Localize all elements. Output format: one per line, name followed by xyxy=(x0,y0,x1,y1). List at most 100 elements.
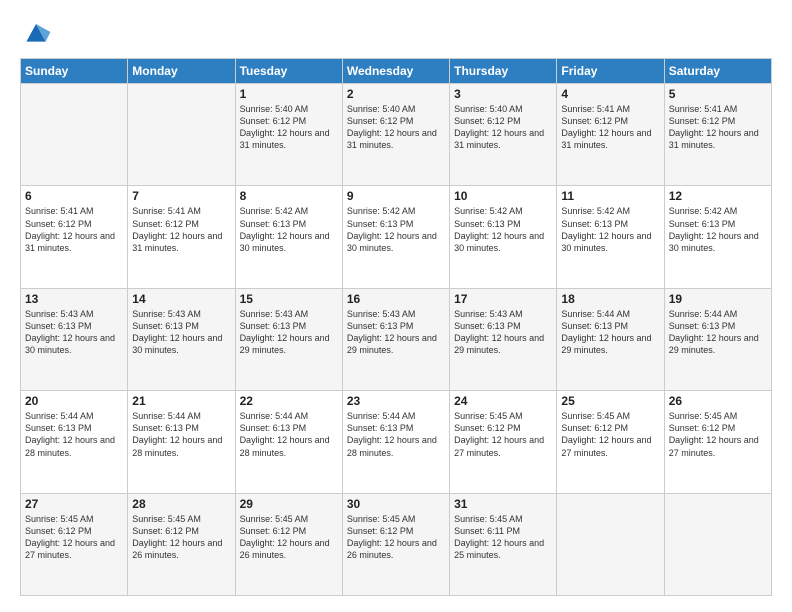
day-number: 4 xyxy=(561,87,659,101)
day-info: Sunrise: 5:42 AM Sunset: 6:13 PM Dayligh… xyxy=(454,205,552,254)
calendar-week-1: 1 Sunrise: 5:40 AM Sunset: 6:12 PM Daylig… xyxy=(21,84,772,186)
day-info: Sunrise: 5:41 AM Sunset: 6:12 PM Dayligh… xyxy=(561,103,659,152)
day-info: Sunrise: 5:41 AM Sunset: 6:12 PM Dayligh… xyxy=(25,205,123,254)
calendar-header: SundayMondayTuesdayWednesdayThursdayFrid… xyxy=(21,59,772,84)
calendar-week-2: 6 Sunrise: 5:41 AM Sunset: 6:12 PM Daylig… xyxy=(21,186,772,288)
calendar-cell: 15 Sunrise: 5:43 AM Sunset: 6:13 PM Dayli… xyxy=(235,288,342,390)
weekday-header-thursday: Thursday xyxy=(450,59,557,84)
day-info: Sunrise: 5:45 AM Sunset: 6:12 PM Dayligh… xyxy=(454,410,552,459)
calendar-cell: 29 Sunrise: 5:45 AM Sunset: 6:12 PM Dayli… xyxy=(235,493,342,595)
day-number: 17 xyxy=(454,292,552,306)
day-number: 14 xyxy=(132,292,230,306)
day-number: 26 xyxy=(669,394,767,408)
calendar-cell: 7Sunrise: 5:41 AM Sunset: 6:12 PM Daylig… xyxy=(128,186,235,288)
day-number: 15 xyxy=(240,292,338,306)
calendar-cell: 3 Sunrise: 5:40 AM Sunset: 6:12 PM Daylig… xyxy=(450,84,557,186)
day-info: Sunrise: 5:41 AM Sunset: 6:12 PM Dayligh… xyxy=(669,103,767,152)
weekday-header-saturday: Saturday xyxy=(664,59,771,84)
day-info: Sunrise: 5:45 AM Sunset: 6:12 PM Dayligh… xyxy=(132,513,230,562)
day-number: 6 xyxy=(25,189,123,203)
calendar-cell xyxy=(557,493,664,595)
day-info: Sunrise: 5:45 AM Sunset: 6:12 PM Dayligh… xyxy=(25,513,123,562)
day-info: Sunrise: 5:43 AM Sunset: 6:13 PM Dayligh… xyxy=(454,308,552,357)
day-number: 30 xyxy=(347,497,445,511)
day-number: 20 xyxy=(25,394,123,408)
calendar-week-5: 27Sunrise: 5:45 AM Sunset: 6:12 PM Dayli… xyxy=(21,493,772,595)
day-info: Sunrise: 5:45 AM Sunset: 6:12 PM Dayligh… xyxy=(240,513,338,562)
logo-icon xyxy=(20,16,52,48)
day-number: 18 xyxy=(561,292,659,306)
calendar-cell: 21 Sunrise: 5:44 AM Sunset: 6:13 PM Dayli… xyxy=(128,391,235,493)
weekday-header-friday: Friday xyxy=(557,59,664,84)
day-info: Sunrise: 5:45 AM Sunset: 6:12 PM Dayligh… xyxy=(347,513,445,562)
calendar-cell: 5 Sunrise: 5:41 AM Sunset: 6:12 PM Daylig… xyxy=(664,84,771,186)
calendar-cell: 16Sunrise: 5:43 AM Sunset: 6:13 PM Dayli… xyxy=(342,288,449,390)
day-number: 9 xyxy=(347,189,445,203)
day-info: Sunrise: 5:43 AM Sunset: 6:13 PM Dayligh… xyxy=(132,308,230,357)
calendar-cell: 31 Sunrise: 5:45 AM Sunset: 6:11 PM Dayli… xyxy=(450,493,557,595)
calendar-cell: 6 Sunrise: 5:41 AM Sunset: 6:12 PM Daylig… xyxy=(21,186,128,288)
day-number: 11 xyxy=(561,189,659,203)
calendar-cell: 11 Sunrise: 5:42 AM Sunset: 6:13 PM Dayli… xyxy=(557,186,664,288)
calendar-body: 1 Sunrise: 5:40 AM Sunset: 6:12 PM Daylig… xyxy=(21,84,772,596)
calendar-cell: 10 Sunrise: 5:42 AM Sunset: 6:13 PM Dayli… xyxy=(450,186,557,288)
calendar-table: SundayMondayTuesdayWednesdayThursdayFrid… xyxy=(20,58,772,596)
day-number: 10 xyxy=(454,189,552,203)
day-number: 19 xyxy=(669,292,767,306)
day-info: Sunrise: 5:44 AM Sunset: 6:13 PM Dayligh… xyxy=(132,410,230,459)
calendar-cell: 8 Sunrise: 5:42 AM Sunset: 6:13 PM Daylig… xyxy=(235,186,342,288)
calendar-cell: 2 Sunrise: 5:40 AM Sunset: 6:12 PM Daylig… xyxy=(342,84,449,186)
day-number: 2 xyxy=(347,87,445,101)
day-info: Sunrise: 5:44 AM Sunset: 6:13 PM Dayligh… xyxy=(561,308,659,357)
calendar-cell: 9 Sunrise: 5:42 AM Sunset: 6:13 PM Daylig… xyxy=(342,186,449,288)
calendar-cell: 4 Sunrise: 5:41 AM Sunset: 6:12 PM Daylig… xyxy=(557,84,664,186)
day-info: Sunrise: 5:43 AM Sunset: 6:13 PM Dayligh… xyxy=(25,308,123,357)
calendar-cell: 30 Sunrise: 5:45 AM Sunset: 6:12 PM Dayli… xyxy=(342,493,449,595)
calendar-cell: 23 Sunrise: 5:44 AM Sunset: 6:13 PM Dayli… xyxy=(342,391,449,493)
day-number: 28 xyxy=(132,497,230,511)
weekday-header-tuesday: Tuesday xyxy=(235,59,342,84)
day-info: Sunrise: 5:45 AM Sunset: 6:11 PM Dayligh… xyxy=(454,513,552,562)
weekday-header-sunday: Sunday xyxy=(21,59,128,84)
day-number: 24 xyxy=(454,394,552,408)
day-number: 31 xyxy=(454,497,552,511)
calendar-cell: 1 Sunrise: 5:40 AM Sunset: 6:12 PM Daylig… xyxy=(235,84,342,186)
day-number: 21 xyxy=(132,394,230,408)
day-info: Sunrise: 5:45 AM Sunset: 6:12 PM Dayligh… xyxy=(561,410,659,459)
day-number: 3 xyxy=(454,87,552,101)
calendar-cell: 20 Sunrise: 5:44 AM Sunset: 6:13 PM Dayli… xyxy=(21,391,128,493)
day-info: Sunrise: 5:42 AM Sunset: 6:13 PM Dayligh… xyxy=(669,205,767,254)
calendar-cell: 19 Sunrise: 5:44 AM Sunset: 6:13 PM Dayli… xyxy=(664,288,771,390)
day-info: Sunrise: 5:41 AM Sunset: 6:12 PM Dayligh… xyxy=(132,205,230,254)
logo xyxy=(20,16,56,48)
calendar-page: SundayMondayTuesdayWednesdayThursdayFrid… xyxy=(0,0,792,612)
calendar-cell: 24 Sunrise: 5:45 AM Sunset: 6:12 PM Dayli… xyxy=(450,391,557,493)
day-info: Sunrise: 5:42 AM Sunset: 6:13 PM Dayligh… xyxy=(240,205,338,254)
day-number: 23 xyxy=(347,394,445,408)
day-info: Sunrise: 5:40 AM Sunset: 6:12 PM Dayligh… xyxy=(240,103,338,152)
calendar-cell: 27Sunrise: 5:45 AM Sunset: 6:12 PM Dayli… xyxy=(21,493,128,595)
day-info: Sunrise: 5:42 AM Sunset: 6:13 PM Dayligh… xyxy=(347,205,445,254)
day-info: Sunrise: 5:40 AM Sunset: 6:12 PM Dayligh… xyxy=(454,103,552,152)
day-number: 22 xyxy=(240,394,338,408)
day-info: Sunrise: 5:43 AM Sunset: 6:13 PM Dayligh… xyxy=(240,308,338,357)
day-info: Sunrise: 5:42 AM Sunset: 6:13 PM Dayligh… xyxy=(561,205,659,254)
weekday-row: SundayMondayTuesdayWednesdayThursdayFrid… xyxy=(21,59,772,84)
day-number: 1 xyxy=(240,87,338,101)
day-number: 8 xyxy=(240,189,338,203)
day-info: Sunrise: 5:44 AM Sunset: 6:13 PM Dayligh… xyxy=(240,410,338,459)
day-info: Sunrise: 5:40 AM Sunset: 6:12 PM Dayligh… xyxy=(347,103,445,152)
day-info: Sunrise: 5:44 AM Sunset: 6:13 PM Dayligh… xyxy=(25,410,123,459)
calendar-cell: 22 Sunrise: 5:44 AM Sunset: 6:13 PM Dayli… xyxy=(235,391,342,493)
calendar-cell: 25Sunrise: 5:45 AM Sunset: 6:12 PM Dayli… xyxy=(557,391,664,493)
calendar-cell xyxy=(128,84,235,186)
day-number: 29 xyxy=(240,497,338,511)
calendar-cell: 17 Sunrise: 5:43 AM Sunset: 6:13 PM Dayli… xyxy=(450,288,557,390)
weekday-header-monday: Monday xyxy=(128,59,235,84)
day-info: Sunrise: 5:44 AM Sunset: 6:13 PM Dayligh… xyxy=(347,410,445,459)
calendar-cell: 12Sunrise: 5:42 AM Sunset: 6:13 PM Dayli… xyxy=(664,186,771,288)
calendar-week-3: 13 Sunrise: 5:43 AM Sunset: 6:13 PM Dayli… xyxy=(21,288,772,390)
day-number: 5 xyxy=(669,87,767,101)
day-number: 13 xyxy=(25,292,123,306)
day-info: Sunrise: 5:44 AM Sunset: 6:13 PM Dayligh… xyxy=(669,308,767,357)
